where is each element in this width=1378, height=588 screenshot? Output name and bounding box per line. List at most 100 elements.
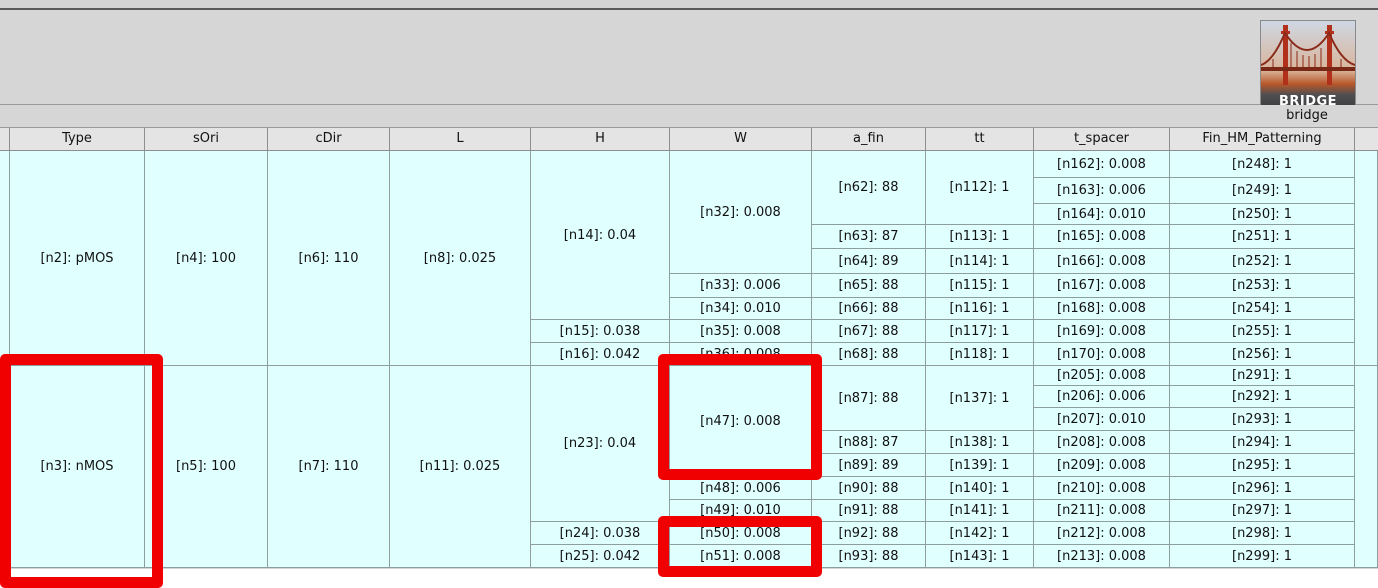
pmos-fin-hm-cell[interactable]: [n248]: 1: [1170, 151, 1355, 178]
nmos-a-fin-cell[interactable]: [n87]: 88: [812, 366, 926, 431]
pmos-t-spacer-cell[interactable]: [n162]: 0.008: [1034, 151, 1170, 178]
pmos-tt-cell[interactable]: [n112]: 1: [926, 151, 1034, 225]
nmos-a-fin-cell[interactable]: [n89]: 89: [812, 454, 926, 477]
pmos-tt-cell[interactable]: [n113]: 1: [926, 225, 1034, 249]
nmos-a-fin-cell[interactable]: [n93]: 88: [812, 545, 926, 568]
pmos-a-fin-cell[interactable]: [n62]: 88: [812, 151, 926, 225]
pmos-a-fin-cell[interactable]: [n68]: 88: [812, 343, 926, 366]
nmos-fin-hm-cell[interactable]: [n293]: 1: [1170, 408, 1355, 431]
pmos-w-cell[interactable]: [n33]: 0.006: [670, 274, 812, 298]
pmos-a-fin-cell[interactable]: [n65]: 88: [812, 274, 926, 298]
column-header-fin[interactable]: Fin_HM_Patterning: [1170, 128, 1355, 151]
pmos-t-spacer-cell[interactable]: [n163]: 0.006: [1034, 178, 1170, 204]
nmos-tt-cell[interactable]: [n137]: 1: [926, 366, 1034, 431]
nmos-fin-hm-cell[interactable]: [n291]: 1: [1170, 366, 1355, 386]
nmos-w-cell[interactable]: [n51]: 0.008: [670, 545, 812, 568]
pmos-t-spacer-cell[interactable]: [n168]: 0.008: [1034, 298, 1170, 320]
pmos-fin-hm-cell[interactable]: [n249]: 1: [1170, 178, 1355, 204]
pmos-a-fin-cell[interactable]: [n64]: 89: [812, 249, 926, 274]
nmos-t-spacer-cell[interactable]: [n213]: 0.008: [1034, 545, 1170, 568]
pmos-tt-cell[interactable]: [n115]: 1: [926, 274, 1034, 298]
nmos-fin-hm-cell[interactable]: [n296]: 1: [1170, 477, 1355, 500]
nmos-fin-hm-cell[interactable]: [n299]: 1: [1170, 545, 1355, 568]
nmos-fin-hm-cell[interactable]: [n294]: 1: [1170, 431, 1355, 454]
nmos-w-cell[interactable]: [n47]: 0.008: [670, 366, 812, 477]
pmos-a-fin-cell[interactable]: [n67]: 88: [812, 320, 926, 343]
nmos-tt-cell[interactable]: [n140]: 1: [926, 477, 1034, 500]
nmos-fin-hm-cell[interactable]: [n295]: 1: [1170, 454, 1355, 477]
pmos-a-fin-cell[interactable]: [n66]: 88: [812, 298, 926, 320]
nmos-fin-hm-cell[interactable]: [n292]: 1: [1170, 386, 1355, 408]
nmos-tt-cell[interactable]: [n143]: 1: [926, 545, 1034, 568]
pmos-h-cell[interactable]: [n15]: 0.038: [531, 320, 670, 343]
column-header-tt[interactable]: tt: [926, 128, 1034, 151]
nmos-w-cell[interactable]: [n48]: 0.006: [670, 477, 812, 500]
pmos-t-spacer-cell[interactable]: [n164]: 0.010: [1034, 204, 1170, 225]
nmos-h-cell[interactable]: [n24]: 0.038: [531, 522, 670, 545]
nmos-t-spacer-cell[interactable]: [n206]: 0.006: [1034, 386, 1170, 408]
column-header-type[interactable]: Type: [10, 128, 145, 151]
nmos-a-fin-cell[interactable]: [n88]: 87: [812, 431, 926, 454]
pmos-w-cell[interactable]: [n36]: 0.008: [670, 343, 812, 366]
nmos-tt-cell[interactable]: [n139]: 1: [926, 454, 1034, 477]
nmos-w-cell[interactable]: [n50]: 0.008: [670, 522, 812, 545]
bridge-logo-icon[interactable]: BRIDGE: [1260, 20, 1356, 112]
pmos-fin-hm-cell[interactable]: [n250]: 1: [1170, 204, 1355, 225]
nmos-cdir-cell[interactable]: [n7]: 110: [268, 366, 390, 568]
pmos-h-cell[interactable]: [n16]: 0.042: [531, 343, 670, 366]
column-header-h[interactable]: H: [531, 128, 670, 151]
nmos-h-cell[interactable]: [n23]: 0.04: [531, 366, 670, 522]
nmos-t-spacer-cell[interactable]: [n211]: 0.008: [1034, 500, 1170, 522]
pmos-fin-hm-cell[interactable]: [n255]: 1: [1170, 320, 1355, 343]
column-header-cdir[interactable]: cDir: [268, 128, 390, 151]
column-header-a-fin[interactable]: a_fin: [812, 128, 926, 151]
pmos-tt-cell[interactable]: [n114]: 1: [926, 249, 1034, 274]
nmos-type-cell[interactable]: [n3]: nMOS: [10, 366, 145, 568]
nmos-t-spacer-cell[interactable]: [n205]: 0.008: [1034, 366, 1170, 386]
nmos-w-cell[interactable]: [n49]: 0.010: [670, 500, 812, 522]
pmos-fin-hm-cell[interactable]: [n254]: 1: [1170, 298, 1355, 320]
nmos-h-cell[interactable]: [n25]: 0.042: [531, 545, 670, 568]
column-header-t-spacer[interactable]: t_spacer: [1034, 128, 1170, 151]
pmos-h-cell[interactable]: [n14]: 0.04: [531, 151, 670, 320]
pmos-type-cell[interactable]: [n2]: pMOS: [10, 151, 145, 366]
pmos-t-spacer-cell[interactable]: [n167]: 0.008: [1034, 274, 1170, 298]
pmos-t-spacer-cell[interactable]: [n166]: 0.008: [1034, 249, 1170, 274]
nmos-fin-hm-cell[interactable]: [n297]: 1: [1170, 500, 1355, 522]
pmos-sori-cell[interactable]: [n4]: 100: [145, 151, 268, 366]
nmos-t-spacer-cell[interactable]: [n209]: 0.008: [1034, 454, 1170, 477]
pmos-tt-cell[interactable]: [n117]: 1: [926, 320, 1034, 343]
nmos-tt-cell[interactable]: [n142]: 1: [926, 522, 1034, 545]
nmos-fin-hm-cell[interactable]: [n298]: 1: [1170, 522, 1355, 545]
nmos-t-spacer-cell[interactable]: [n208]: 0.008: [1034, 431, 1170, 454]
pmos-a-fin-cell[interactable]: [n63]: 87: [812, 225, 926, 249]
pmos-tt-cell[interactable]: [n116]: 1: [926, 298, 1034, 320]
nmos-tt-cell[interactable]: [n138]: 1: [926, 431, 1034, 454]
nmos-a-fin-cell[interactable]: [n92]: 88: [812, 522, 926, 545]
nmos-l-cell[interactable]: [n11]: 0.025: [390, 366, 531, 568]
nmos-t-spacer-cell[interactable]: [n210]: 0.008: [1034, 477, 1170, 500]
nmos-a-fin-cell[interactable]: [n91]: 88: [812, 500, 926, 522]
pmos-tt-cell[interactable]: [n118]: 1: [926, 343, 1034, 366]
pmos-fin-hm-cell[interactable]: [n251]: 1: [1170, 225, 1355, 249]
pmos-l-cell[interactable]: [n8]: 0.025: [390, 151, 531, 366]
column-header-l[interactable]: L: [390, 128, 531, 151]
nmos-sori-cell[interactable]: [n5]: 100: [145, 366, 268, 568]
nmos-tt-cell[interactable]: [n141]: 1: [926, 500, 1034, 522]
pmos-cdir-cell[interactable]: [n6]: 110: [268, 151, 390, 366]
nmos-t-spacer-cell[interactable]: [n207]: 0.010: [1034, 408, 1170, 431]
pmos-fin-hm-cell[interactable]: [n256]: 1: [1170, 343, 1355, 366]
pmos-fin-hm-cell[interactable]: [n253]: 1: [1170, 274, 1355, 298]
toolbar-area: BRIDGE: [0, 10, 1378, 112]
pmos-w-cell[interactable]: [n34]: 0.010: [670, 298, 812, 320]
pmos-w-cell[interactable]: [n32]: 0.008: [670, 151, 812, 274]
pmos-t-spacer-cell[interactable]: [n165]: 0.008: [1034, 225, 1170, 249]
nmos-a-fin-cell[interactable]: [n90]: 88: [812, 477, 926, 500]
column-header-w[interactable]: W: [670, 128, 812, 151]
pmos-t-spacer-cell[interactable]: [n170]: 0.008: [1034, 343, 1170, 366]
pmos-fin-hm-cell[interactable]: [n252]: 1: [1170, 249, 1355, 274]
nmos-t-spacer-cell[interactable]: [n212]: 0.008: [1034, 522, 1170, 545]
pmos-t-spacer-cell[interactable]: [n169]: 0.008: [1034, 320, 1170, 343]
pmos-w-cell[interactable]: [n35]: 0.008: [670, 320, 812, 343]
column-header-sori[interactable]: sOri: [145, 128, 268, 151]
